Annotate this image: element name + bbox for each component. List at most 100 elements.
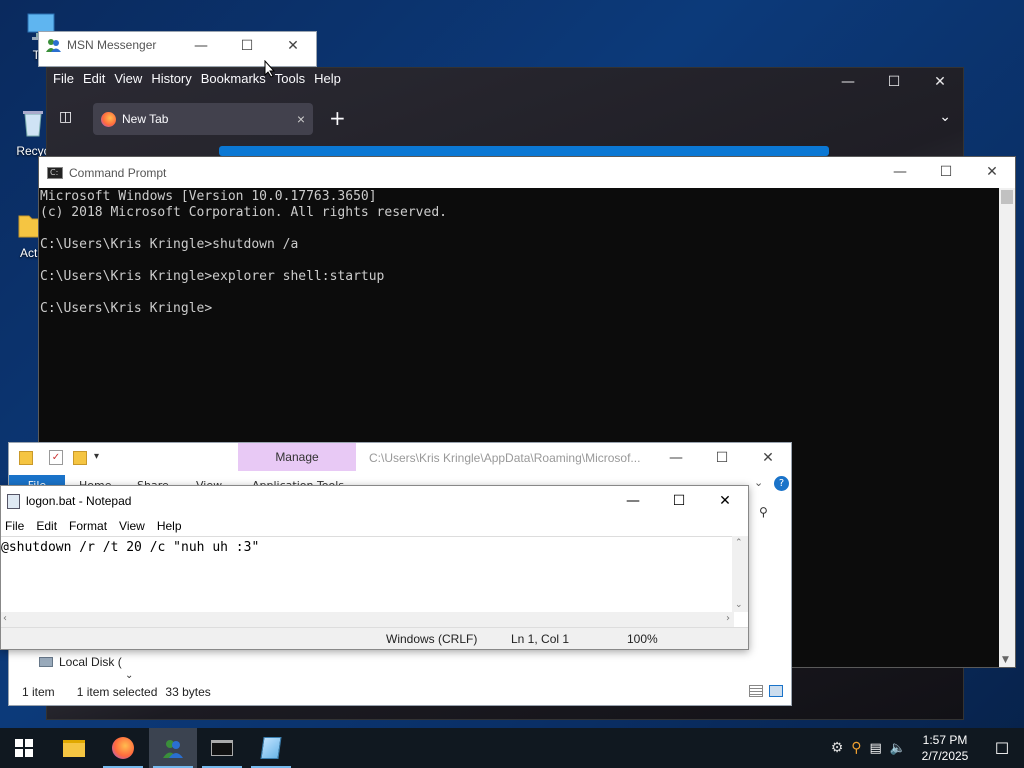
system-tray: ⚙ ⚲ ▤ 🔈 1:57 PM 2/7/2025 ☐ bbox=[831, 728, 1024, 768]
notepad-window[interactable]: logon.bat - Notepad — ☐ ✕ File Edit Form… bbox=[0, 485, 749, 650]
clock-time: 1:57 PM bbox=[922, 733, 968, 747]
drive-icon bbox=[39, 657, 53, 667]
taskbar-msn-messenger[interactable] bbox=[149, 728, 197, 768]
menu-file[interactable]: File bbox=[53, 71, 74, 86]
menu-bookmarks[interactable]: Bookmarks bbox=[201, 71, 266, 86]
network-icon[interactable]: ▤ bbox=[870, 741, 882, 756]
maximize-button[interactable]: ☐ bbox=[871, 68, 917, 96]
search-key-icon[interactable]: ⚲ bbox=[851, 740, 861, 756]
scroll-down-icon[interactable]: ▼ bbox=[1002, 655, 1009, 665]
msn-title: MSN Messenger bbox=[67, 38, 157, 52]
notepad-horizontal-scrollbar[interactable]: ‹ › bbox=[1, 612, 734, 628]
explorer-titlebar: ✓ ▾ Manage C:\Users\Kris Kringle\AppData… bbox=[9, 443, 791, 475]
menu-edit[interactable]: Edit bbox=[83, 71, 105, 86]
menu-file[interactable]: File bbox=[5, 519, 24, 533]
close-button[interactable]: ✕ bbox=[969, 157, 1015, 187]
notepad-titlebar: logon.bat - Notepad — ☐ ✕ bbox=[1, 486, 748, 516]
taskbar-firefox[interactable] bbox=[99, 728, 147, 768]
cmd-titlebar: C: Command Prompt — ☐ ✕ bbox=[39, 157, 1015, 188]
menu-history[interactable]: History bbox=[151, 71, 191, 86]
nav-item-label: Local Disk ( bbox=[59, 655, 122, 669]
firefox-icon bbox=[112, 737, 134, 759]
volume-icon[interactable]: 🔈 bbox=[890, 741, 906, 756]
ribbon-expand-chevron-icon[interactable]: ⌄ bbox=[754, 476, 763, 489]
tab-list-chevron-icon[interactable]: ⌄ bbox=[939, 109, 951, 125]
minimize-button[interactable]: — bbox=[610, 486, 656, 516]
tab-new-tab[interactable]: New Tab × bbox=[93, 103, 313, 135]
start-button[interactable] bbox=[0, 728, 48, 768]
tab-close-icon[interactable]: × bbox=[297, 111, 305, 127]
explorer-path: C:\Users\Kris Kringle\AppData\Roaming\Mi… bbox=[369, 451, 641, 465]
notepad-icon bbox=[260, 737, 282, 759]
maximize-button[interactable]: ☐ bbox=[224, 32, 270, 60]
notepad-statusbar: Windows (CRLF) Ln 1, Col 1 100% bbox=[1, 627, 748, 649]
menu-view[interactable]: View bbox=[114, 71, 142, 86]
cmd-line: Microsoft Windows [Version 10.0.17763.36… bbox=[40, 189, 377, 204]
menu-help[interactable]: Help bbox=[157, 519, 182, 533]
menu-view[interactable]: View bbox=[119, 519, 145, 533]
notepad-text-area[interactable]: @shutdown /r /t 20 /c "nuh uh :3" bbox=[1, 536, 734, 612]
minimize-button[interactable]: — bbox=[877, 157, 923, 187]
cmd-scrollbar[interactable]: ▼ bbox=[999, 188, 1015, 667]
search-icon[interactable]: ⚲ bbox=[759, 505, 768, 519]
scroll-left-icon[interactable]: ‹ bbox=[3, 613, 7, 624]
new-folder-icon[interactable] bbox=[73, 451, 87, 465]
close-button[interactable]: ✕ bbox=[702, 486, 748, 516]
clock[interactable]: 1:57 PM 2/7/2025 bbox=[910, 732, 980, 764]
scroll-right-icon[interactable]: › bbox=[726, 613, 730, 624]
cmd-line: ​ bbox=[40, 253, 998, 269]
cmd-line: ​ bbox=[40, 221, 998, 237]
nav-item-local-disk[interactable]: Local Disk ( bbox=[39, 655, 122, 669]
url-bar[interactable] bbox=[219, 146, 829, 156]
network-warning-icon[interactable]: ⚙ bbox=[831, 740, 844, 756]
menu-format[interactable]: Format bbox=[69, 519, 107, 533]
manage-tab[interactable]: Manage bbox=[238, 443, 356, 471]
status-line-ending: Windows (CRLF) bbox=[386, 632, 478, 646]
taskbar-command-prompt[interactable] bbox=[198, 728, 246, 768]
taskbar: ⚙ ⚲ ▤ 🔈 1:57 PM 2/7/2025 ☐ bbox=[0, 728, 1024, 768]
cmd-window-controls: — ☐ ✕ bbox=[877, 157, 1015, 187]
large-icons-view-icon[interactable] bbox=[769, 685, 783, 697]
minimize-button[interactable]: — bbox=[178, 32, 224, 60]
notepad-vertical-scrollbar[interactable]: ⌃ ⌄ bbox=[732, 536, 748, 612]
status-cursor-position: Ln 1, Col 1 bbox=[511, 632, 570, 646]
close-button[interactable]: ✕ bbox=[270, 32, 316, 60]
notifications-icon[interactable]: ☐ bbox=[980, 739, 1024, 758]
menu-edit[interactable]: Edit bbox=[36, 519, 57, 533]
tab-overview-icon[interactable]: ◫ bbox=[59, 109, 72, 125]
cmd-icon: C: bbox=[47, 166, 63, 179]
quick-access-chevron-icon[interactable]: ▾ bbox=[94, 451, 99, 462]
notepad-window-controls: — ☐ ✕ bbox=[610, 486, 748, 516]
maximize-button[interactable]: ☐ bbox=[923, 157, 969, 187]
tab-label: New Tab bbox=[122, 112, 169, 126]
close-button[interactable]: ✕ bbox=[745, 443, 791, 473]
status-selected: 1 item selected bbox=[76, 685, 158, 699]
minimize-button[interactable]: — bbox=[653, 443, 699, 473]
close-button[interactable]: ✕ bbox=[917, 68, 963, 96]
msn-window-controls: — ☐ ✕ bbox=[178, 32, 316, 60]
file-explorer-icon bbox=[63, 739, 85, 757]
properties-icon[interactable]: ✓ bbox=[49, 450, 63, 465]
msn-buddy-icon bbox=[45, 37, 61, 53]
cmd-title: Command Prompt bbox=[69, 165, 167, 180]
taskbar-file-explorer[interactable] bbox=[50, 728, 98, 768]
firefox-tabbar: ◫ New Tab × + ⌄ bbox=[47, 101, 963, 135]
menu-tools[interactable]: Tools bbox=[275, 71, 305, 86]
scroll-down-icon[interactable]: ⌄ bbox=[735, 600, 743, 610]
menu-help[interactable]: Help bbox=[314, 71, 341, 86]
maximize-button[interactable]: ☐ bbox=[656, 486, 702, 516]
help-icon[interactable]: ? bbox=[774, 476, 789, 491]
cmd-scroll-thumb[interactable] bbox=[1001, 190, 1013, 204]
taskbar-notepad[interactable] bbox=[247, 728, 295, 768]
minimize-button[interactable]: — bbox=[825, 68, 871, 96]
notepad-title: logon.bat - Notepad bbox=[26, 494, 132, 508]
new-tab-button[interactable]: + bbox=[329, 106, 346, 130]
status-size: 33 bytes bbox=[165, 685, 211, 699]
details-view-icon[interactable] bbox=[749, 685, 763, 697]
scroll-up-icon[interactable]: ⌃ bbox=[735, 538, 743, 548]
notepad-menubar: File Edit Format View Help bbox=[1, 516, 748, 536]
msn-messenger-icon bbox=[163, 740, 183, 758]
maximize-button[interactable]: ☐ bbox=[699, 443, 745, 473]
cmd-line: C:\Users\Kris Kringle> bbox=[40, 301, 213, 316]
notepad-icon bbox=[7, 493, 20, 509]
